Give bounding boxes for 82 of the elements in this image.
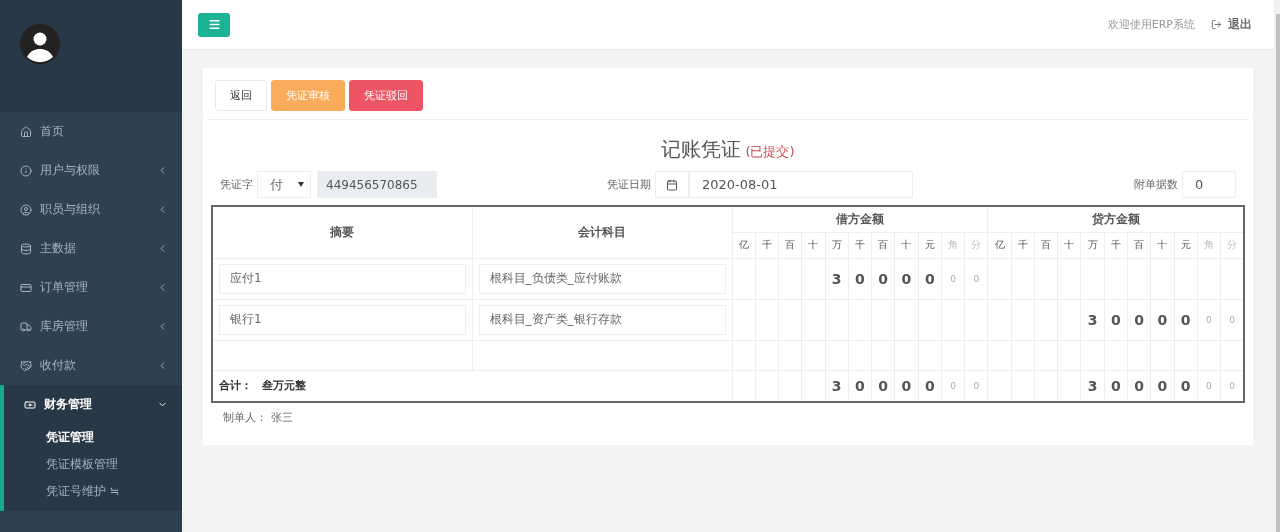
sidebar-item[interactable]: 收付款 — [0, 346, 182, 385]
digit-cell: 0 — [871, 258, 895, 299]
digit-header: 角 — [941, 232, 965, 258]
digit-header: 亿 — [732, 232, 756, 258]
avatar[interactable] — [20, 24, 60, 64]
digit-cell: 0 — [1104, 299, 1128, 340]
menu-item-icon — [20, 125, 32, 138]
sidebar-item[interactable]: 主数据 — [0, 229, 182, 268]
voucher-title: 记账凭证 — [661, 136, 742, 163]
sidebar-item[interactable]: 职员与组织 — [0, 190, 182, 229]
welcome-text: 欢迎使用ERP系统 — [1107, 17, 1195, 32]
digit-header: 亿 — [987, 232, 1012, 258]
digit-cell: 0 — [1174, 299, 1198, 340]
submenu-item[interactable]: 凭证模板管理 — [4, 451, 182, 478]
digit-cell: 0 — [1197, 299, 1221, 340]
menu-item-icon — [20, 164, 32, 177]
digit-header: 千 — [1104, 232, 1128, 258]
digit-header: 元 — [918, 232, 942, 258]
digit-header: 十 — [1150, 232, 1175, 258]
sidebar-item[interactable]: 用户与权限 — [0, 151, 182, 190]
digit-header: 千 — [1011, 232, 1035, 258]
account-field[interactable]: 根科目_负债类_应付账款 — [478, 263, 726, 294]
account-field[interactable]: 根科目_资产类_银行存款 — [478, 304, 726, 335]
menu-item-icon — [20, 320, 32, 333]
total-label: 合计： — [219, 379, 252, 393]
sidebar-item[interactable]: 库房管理 — [0, 307, 182, 346]
sidebar-item[interactable]: 订单管理 — [0, 268, 182, 307]
summary-field[interactable]: 银行1 — [219, 304, 466, 335]
submenu-item[interactable]: 凭证管理 — [4, 424, 182, 451]
digit-header: 百 — [1034, 232, 1058, 258]
toolbar-button[interactable]: 凭证驳回 — [349, 80, 423, 111]
attachments-field[interactable]: 0 — [1182, 171, 1236, 198]
column-header: 摘要 — [212, 206, 472, 258]
digit-header: 元 — [1174, 232, 1198, 258]
digit-header: 千 — [755, 232, 779, 258]
digit-header: 十 — [801, 232, 826, 258]
column-header: 会计科目 — [472, 206, 732, 258]
digit-header: 百 — [778, 232, 802, 258]
logout-link[interactable]: 退出 — [1211, 16, 1252, 33]
sidebar-item[interactable]: 财务管理 — [0, 385, 182, 424]
date-field[interactable]: 2020-08-01 — [689, 171, 913, 198]
total-in-words: 叁万元整 — [262, 379, 306, 393]
submenu-item[interactable]: 凭证号维护 ≒ — [4, 478, 182, 505]
digit-header: 万 — [825, 232, 849, 258]
voucher-word-select[interactable]: 付 — [257, 171, 311, 198]
digit-header: 百 — [1127, 232, 1151, 258]
digit-header: 万 — [1081, 232, 1105, 258]
calendar-icon — [666, 178, 678, 191]
logout-icon — [1211, 19, 1222, 30]
preparer-label: 制单人： — [223, 410, 267, 425]
digit-header: 百 — [871, 232, 895, 258]
menu-button[interactable] — [198, 12, 230, 37]
sidebar-item[interactable]: 首页 — [0, 112, 182, 151]
column-header: 借方金额 — [732, 206, 988, 232]
menu-item-icon — [20, 242, 32, 255]
field-label: 凭证字 — [220, 177, 253, 192]
calendar-button[interactable] — [655, 171, 689, 198]
digit-cell: 0 — [1150, 299, 1175, 340]
menu-item-icon — [20, 359, 32, 372]
field-label: 凭证日期 — [607, 177, 651, 192]
digit-cell: 3 — [1081, 299, 1105, 340]
digit-cell: 0 — [964, 258, 988, 299]
digit-cell: 0 — [848, 258, 872, 299]
toolbar-button[interactable]: 返回 — [215, 80, 267, 111]
summary-field[interactable]: 应付1 — [219, 263, 466, 294]
digit-cell: 3 — [825, 258, 849, 299]
digit-header: 角 — [1197, 232, 1221, 258]
digit-header: 十 — [894, 232, 919, 258]
preparer-name: 张三 — [271, 410, 293, 425]
voucher-number-field[interactable]: 449456570865 — [317, 171, 437, 198]
menu-item-icon — [24, 398, 36, 411]
menu-item-icon — [20, 281, 32, 294]
digit-cell: 0 — [1127, 299, 1151, 340]
digit-cell: 0 — [918, 258, 942, 299]
menu-icon — [207, 18, 221, 31]
digit-header: 十 — [1057, 232, 1081, 258]
field-label: 附单据数 — [1134, 177, 1178, 192]
status-text: (已提交) — [745, 143, 795, 161]
digit-header: 千 — [848, 232, 872, 258]
menu-item-icon — [20, 203, 32, 216]
digit-cell: 0 — [941, 258, 965, 299]
digit-cell: 0 — [894, 258, 919, 299]
